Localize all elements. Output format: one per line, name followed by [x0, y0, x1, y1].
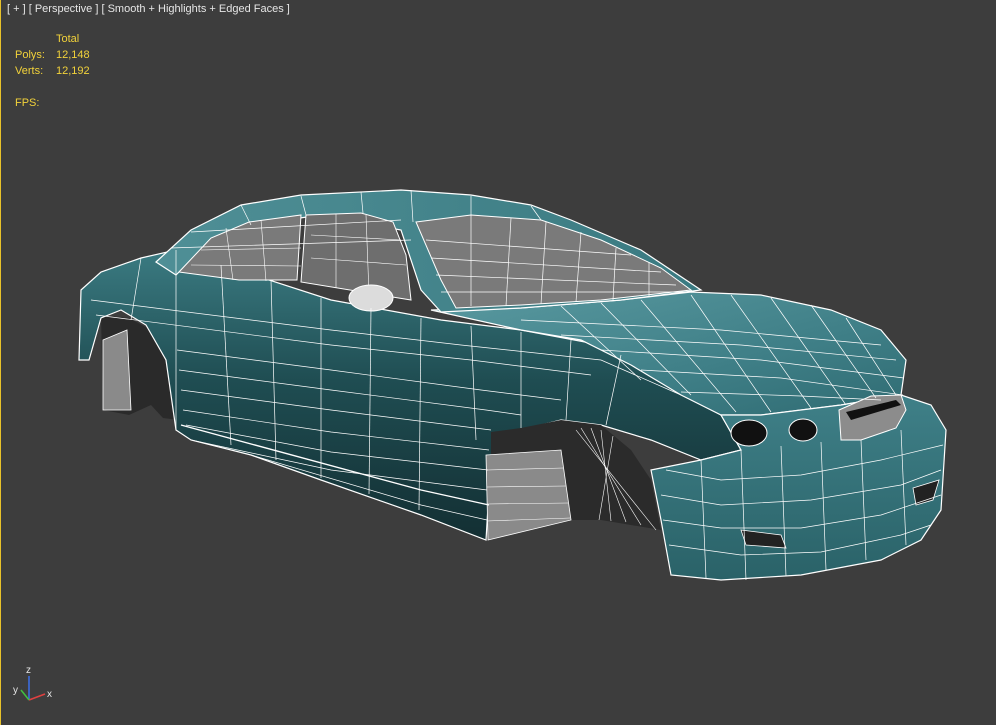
x-axis-line [28, 693, 46, 701]
y-axis-label: y [13, 685, 18, 696]
car-wireframe-model[interactable]: z x y [1, 0, 996, 725]
side-mirror [348, 284, 394, 312]
z-axis-label: z [26, 665, 31, 676]
x-axis-label: x [47, 689, 52, 700]
axis-gizmo[interactable]: z x y [13, 665, 52, 701]
perspective-viewport[interactable]: [ + ] [ Perspective ] [ Smooth + Highlig… [0, 0, 996, 725]
headlight-right [788, 418, 818, 442]
headlight-left [730, 419, 768, 447]
car-front-side-window [300, 212, 412, 301]
y-axis-line [20, 689, 30, 701]
front-wheel-well [485, 420, 661, 541]
